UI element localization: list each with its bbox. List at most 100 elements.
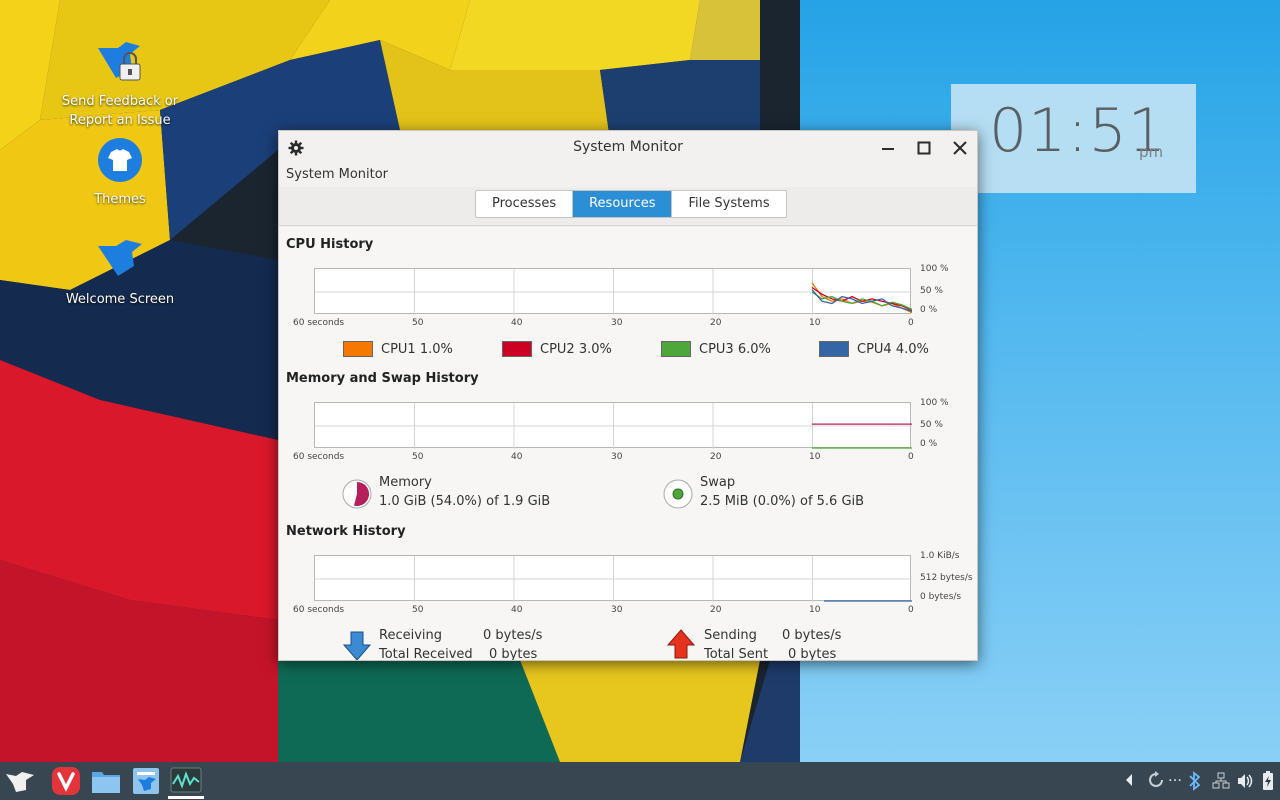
network-x-tick-label: 0: [908, 605, 914, 615]
cpu3-legend[interactable]: CPU3 6.0%: [661, 341, 771, 357]
receiving-value: 0 bytes/s: [483, 628, 543, 643]
cpu4-name: CPU4: [857, 341, 892, 357]
sending-value: 0 bytes/s: [782, 628, 842, 643]
battery-charging-icon[interactable]: [1262, 771, 1274, 795]
themes-shirt-icon: [96, 138, 144, 186]
cpu1-color-swatch[interactable]: [343, 341, 373, 357]
memory-y-tick-label: 0 %: [920, 439, 938, 449]
update-refresh-icon[interactable]: [1146, 770, 1166, 794]
memory-history-graph: [314, 402, 912, 449]
cpu-y-tick-label: 100 %: [920, 264, 949, 274]
memory-x-tick-label: 10: [809, 452, 821, 462]
memory-x-tick-label: 50: [412, 452, 424, 462]
network-y-tick-label: 1.0 KiB/s: [920, 551, 960, 561]
vivaldi-browser-icon[interactable]: [50, 766, 82, 796]
cpu-x-tick-label: 20: [710, 318, 722, 328]
cpu-y-tick-label: 50 %: [920, 286, 943, 296]
desktop-icon-send-feedback[interactable]: Send Feedback or Report an Issue: [60, 40, 180, 130]
cpu2-color-swatch[interactable]: [502, 341, 532, 357]
cpu-graph-grid: [315, 269, 913, 315]
swap-pie-icon[interactable]: [662, 478, 694, 514]
clock-widget: 01:51 pm: [951, 84, 1196, 193]
total-sent-label: Total Sent: [704, 647, 769, 661]
cpu4-value: 4.0%: [895, 341, 929, 357]
cpu2-name: CPU2: [540, 341, 575, 357]
cpu1-name: CPU1: [381, 341, 416, 357]
network-x-tick-label: 50: [412, 605, 424, 615]
feedback-bird-lock-icon: [96, 40, 144, 88]
cpu-x-tick-label: 60 seconds: [293, 318, 345, 328]
network-x-tick-label: 60 seconds: [293, 605, 345, 615]
maximize-icon[interactable]: [913, 137, 935, 159]
network-x-tick-label: 10: [809, 605, 821, 615]
memory-y-tick-label: 100 %: [920, 398, 949, 408]
cpu-x-tick-label: 40: [511, 318, 523, 328]
cpu2-value: 3.0%: [578, 341, 612, 357]
file-manager-folder-icon[interactable]: [90, 766, 122, 796]
cpu4-color-swatch[interactable]: [819, 341, 849, 357]
network-x-tick-label: 30: [611, 605, 623, 615]
cpu3-name: CPU3: [699, 341, 734, 357]
memory-pie-icon[interactable]: [341, 478, 373, 514]
cpu-x-tick-label: 50: [412, 318, 424, 328]
network-history-graph: [314, 555, 912, 602]
desktop-icon-label: Welcome Screen: [65, 292, 175, 307]
system-monitor-app-icon[interactable]: [168, 766, 204, 799]
network-graph-grid: [315, 556, 912, 602]
desktop-icon-welcome-screen[interactable]: Welcome Screen: [60, 238, 180, 309]
memory-x-tick-label: 60 seconds: [293, 452, 345, 462]
volume-icon[interactable]: [1236, 772, 1254, 794]
memory-y-tick-label: 50 %: [920, 420, 943, 430]
bluetooth-icon[interactable]: [1188, 771, 1202, 795]
cpu-history-title: CPU History: [286, 237, 374, 252]
cpu1-legend[interactable]: CPU1 1.0%: [343, 341, 453, 357]
welcome-bird-icon: [96, 238, 144, 286]
desktop-icon-label: Themes: [94, 192, 146, 207]
tab-resources[interactable]: Resources: [573, 191, 673, 217]
network-y-tick-label: 512 bytes/s: [920, 573, 973, 583]
tab-switcher: Processes Resources File Systems: [475, 190, 787, 218]
minimize-icon[interactable]: [877, 137, 899, 159]
desktop-icon-themes[interactable]: Themes: [60, 138, 180, 209]
cpu3-color-swatch[interactable]: [661, 341, 691, 357]
window-titlebar[interactable]: System Monitor: [279, 131, 977, 163]
sending-arrow-icon: [666, 629, 696, 660]
tab-file-systems[interactable]: File Systems: [672, 191, 785, 217]
memory-x-tick-label: 0: [908, 452, 914, 462]
taskbar: …: [0, 762, 1280, 800]
tray-ellipsis[interactable]: …: [1168, 769, 1182, 785]
memory-x-tick-label: 40: [511, 452, 523, 462]
tab-processes[interactable]: Processes: [476, 191, 574, 217]
window-title: System Monitor: [573, 139, 683, 155]
tabs-area: Processes Resources File Systems: [279, 187, 977, 226]
memory-graph-grid: [315, 403, 912, 449]
cpu2-legend[interactable]: CPU2 3.0%: [502, 341, 612, 357]
network-y-tick-label: 0 bytes/s: [920, 592, 962, 602]
resources-content: CPU History CPU1 1.0% CPU2 3.0% CPU3 6.0…: [279, 227, 977, 660]
menu-system-monitor[interactable]: System Monitor: [286, 167, 388, 182]
cpu-history-graph: [314, 268, 913, 315]
swap-label: Swap: [700, 475, 736, 490]
feedback-app-icon[interactable]: [130, 766, 162, 796]
desktop-icon-label: Send Feedback or Report an Issue: [61, 94, 179, 128]
cpu4-legend[interactable]: CPU4 4.0%: [819, 341, 929, 357]
close-icon[interactable]: [949, 137, 971, 159]
tray-expand-left-icon[interactable]: [1124, 773, 1134, 791]
start-menu-bird-icon[interactable]: [4, 766, 36, 796]
network-history-title: Network History: [286, 524, 406, 539]
memory-history-title: Memory and Swap History: [286, 371, 479, 386]
memory-label: Memory: [379, 475, 432, 490]
network-x-tick-label: 20: [710, 605, 722, 615]
receiving-label: Receiving: [379, 628, 443, 643]
cpu1-value: 1.0%: [419, 341, 453, 357]
network-icon[interactable]: [1212, 772, 1230, 794]
total-received-label: Total Received: [379, 647, 473, 661]
cpu3-value: 6.0%: [737, 341, 771, 357]
receiving-arrow-icon: [342, 631, 372, 660]
menubar: System Monitor: [279, 163, 977, 187]
cpu-x-tick-label: 10: [809, 318, 821, 328]
memory-value: 1.0 GiB (54.0%) of 1.9 GiB: [379, 494, 551, 509]
system-monitor-window: System Monitor System Monitor Processes …: [278, 130, 978, 661]
swap-value: 2.5 MiB (0.0%) of 5.6 GiB: [700, 494, 865, 509]
cpu-y-tick-label: 0 %: [920, 305, 938, 315]
